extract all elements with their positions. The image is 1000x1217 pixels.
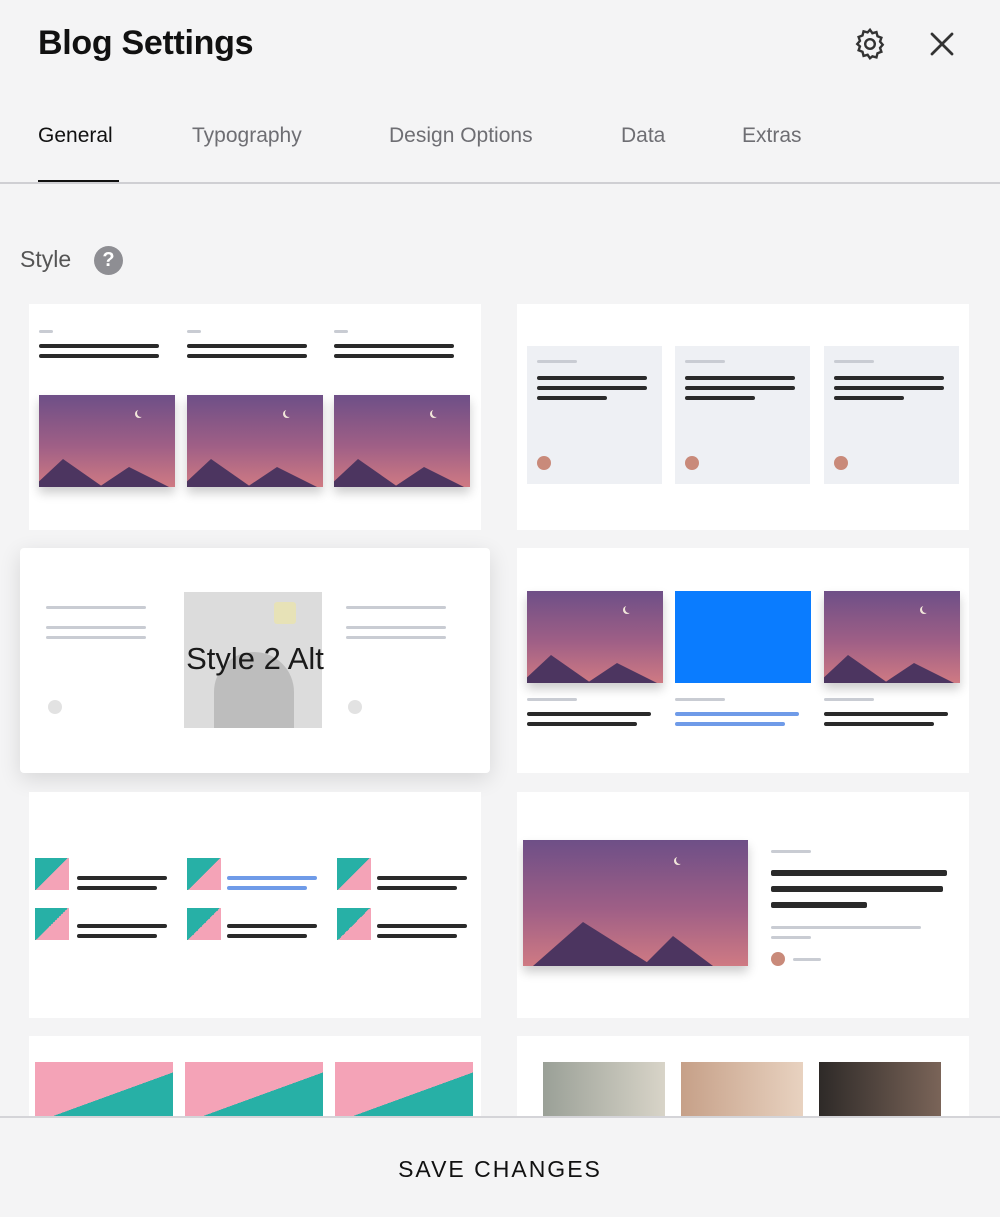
- style-option-1[interactable]: [29, 304, 481, 530]
- close-icon[interactable]: [922, 24, 962, 64]
- style-option-7[interactable]: [517, 1036, 969, 1116]
- preview-card: [527, 346, 662, 484]
- preview-image: [527, 591, 663, 683]
- preview-image: [187, 395, 323, 487]
- style-option-5[interactable]: [517, 792, 969, 1018]
- tab-typography[interactable]: Typography: [192, 124, 302, 148]
- gear-icon[interactable]: [850, 24, 890, 64]
- style-label: Style: [20, 246, 72, 272]
- style-option-3[interactable]: [517, 548, 969, 773]
- style-option-4[interactable]: [29, 792, 481, 1018]
- modal-header: Blog Settings: [0, 0, 1000, 90]
- tab-extras[interactable]: Extras: [742, 124, 802, 148]
- preview-image-highlight: [675, 591, 811, 683]
- modal-footer: SAVE CHANGES: [0, 1116, 1000, 1217]
- preview-card: [675, 346, 810, 484]
- preview-image: [824, 591, 960, 683]
- active-tab-indicator: [38, 180, 119, 182]
- preview-image: [39, 395, 175, 487]
- tab-design-options[interactable]: Design Options: [389, 124, 533, 148]
- tab-bar: General Typography Design Options Data E…: [0, 100, 1000, 184]
- style-option-2[interactable]: [517, 304, 969, 530]
- style-option-6[interactable]: [29, 1036, 481, 1116]
- style-option-hover-label: Style 2 Alt: [186, 641, 324, 676]
- tab-data[interactable]: Data: [621, 124, 665, 148]
- tab-general[interactable]: General: [38, 124, 113, 148]
- preview-image: [523, 840, 748, 966]
- save-changes-button[interactable]: SAVE CHANGES: [0, 1156, 1000, 1183]
- help-icon[interactable]: ?: [94, 246, 123, 275]
- preview-card: [824, 346, 959, 484]
- style-option-2-alt[interactable]: Style 2 Alt: [20, 548, 490, 773]
- page-title: Blog Settings: [38, 24, 254, 62]
- style-options-grid: Style 2 Alt: [0, 296, 1000, 1116]
- preview-image: [334, 395, 470, 487]
